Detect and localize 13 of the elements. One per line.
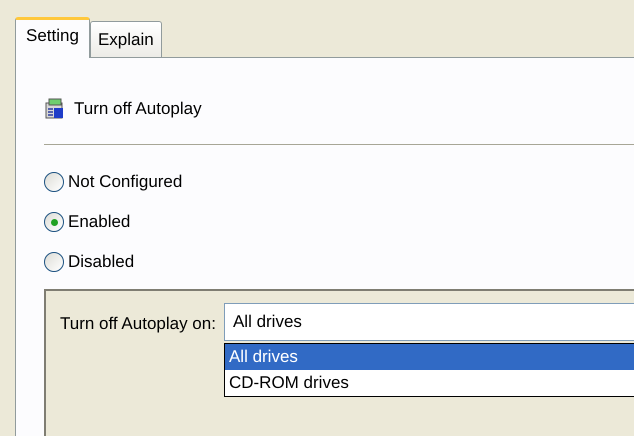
radio-label: Disabled [68, 251, 134, 274]
radio-button[interactable] [44, 252, 64, 272]
policy-icon [44, 98, 66, 120]
dropdown-field[interactable]: All drives [224, 303, 634, 341]
radio-label: Enabled [68, 211, 130, 234]
dropdown-item[interactable]: All drives [224, 344, 634, 370]
dropdown-label: Turn off Autoplay on: [60, 313, 216, 335]
policy-title: Turn off Autoplay [74, 98, 202, 120]
tab[interactable]: Explain [90, 21, 162, 57]
radio-button[interactable] [44, 172, 64, 192]
radio-label: Not Configured [68, 171, 182, 194]
tab[interactable]: Setting [15, 17, 90, 58]
radio-button[interactable] [44, 212, 64, 232]
